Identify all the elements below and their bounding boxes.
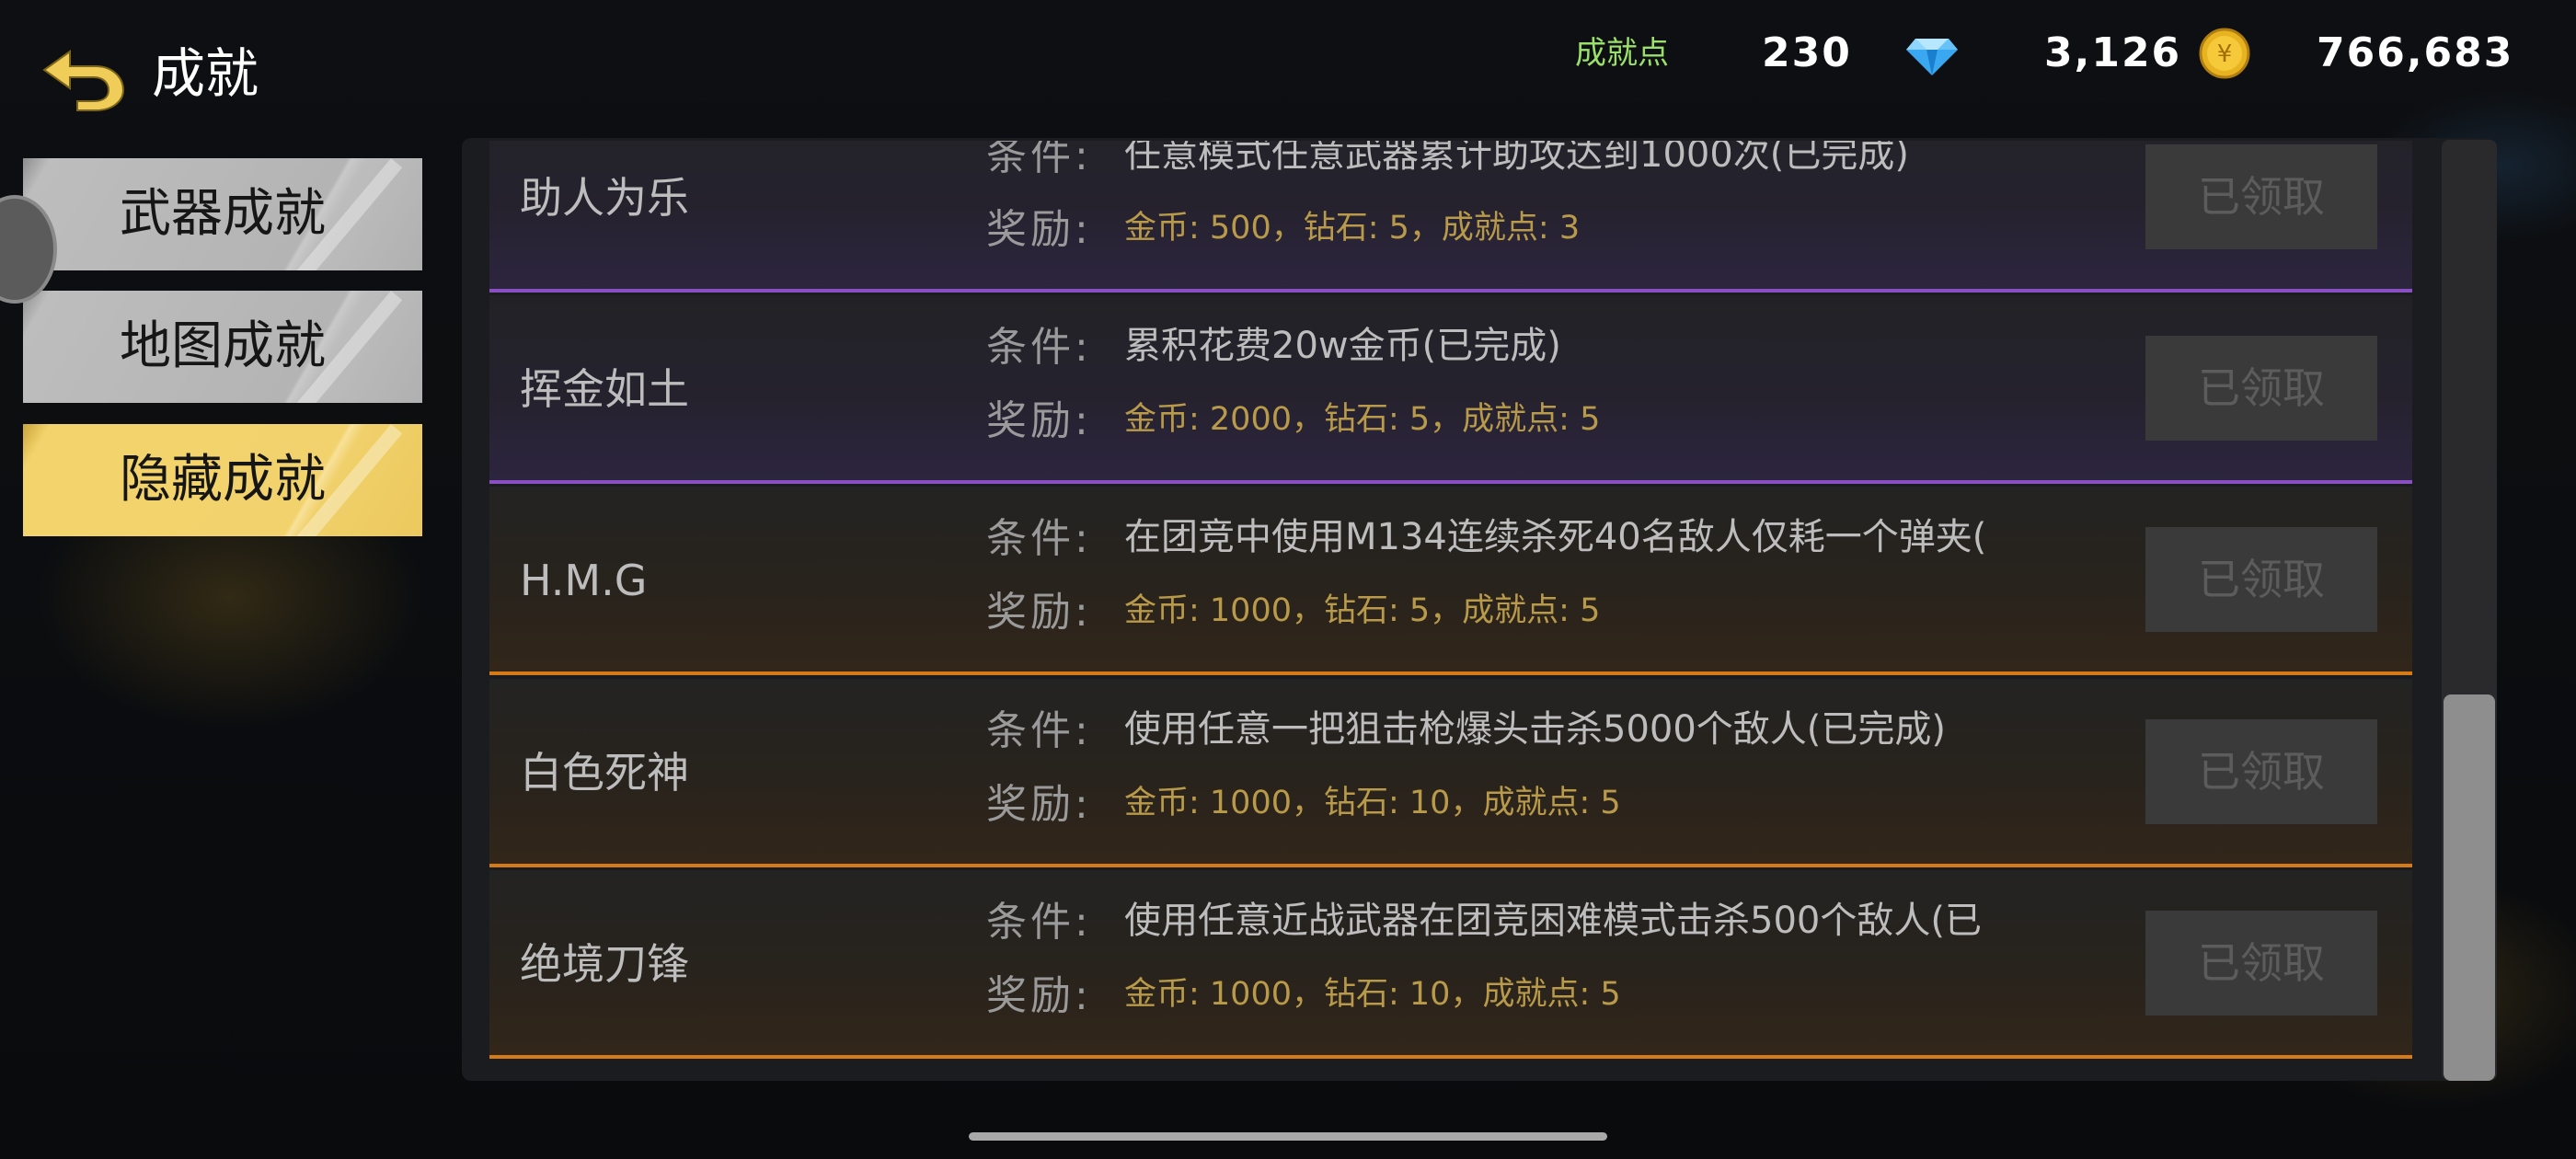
claimed-button[interactable]: 已领取 xyxy=(2145,719,2377,824)
achievement-name: 助人为乐 xyxy=(520,173,689,223)
claimed-button[interactable]: 已领取 xyxy=(2145,336,2377,441)
achievement-row: 助人为乐 条件: 任意模式任意武器累计助攻达到1000次(已完成) 奖励: 金币… xyxy=(489,141,2412,293)
tab-weapon-achievements[interactable]: 武器成就 xyxy=(23,158,422,270)
scrollbar-thumb[interactable] xyxy=(2444,694,2495,1081)
achievement-condition: 累积花费20w金币(已完成) xyxy=(1124,325,1561,367)
achievement-name: H.M.G xyxy=(520,556,648,605)
row-divider xyxy=(489,671,2412,675)
diamond-count: 3,126 xyxy=(2044,29,2182,76)
achievement-row: 挥金如土 条件: 累积花费20w金币(已完成) 奖励: 金币: 2000，钻石:… xyxy=(489,295,2412,484)
condition-label: 条件: xyxy=(986,141,1092,179)
reward-label: 奖励: xyxy=(986,397,1092,444)
reward-label: 奖励: xyxy=(986,972,1092,1019)
achievement-row: 白色死神 条件: 使用任意一把狙击枪爆头击杀5000个敌人(已完成) 奖励: 金… xyxy=(489,679,2412,867)
achievement-points-value: 230 xyxy=(1762,29,1852,76)
tab-hidden-achievements[interactable]: 隐藏成就 xyxy=(23,424,422,536)
achievement-points-label: 成就点 xyxy=(1575,35,1669,72)
row-divider xyxy=(489,289,2412,293)
svg-text:¥: ¥ xyxy=(2217,40,2233,68)
row-divider xyxy=(489,480,2412,484)
row-divider xyxy=(489,864,2412,867)
page-title: 成就 xyxy=(152,42,259,105)
coin-icon: ¥ xyxy=(2197,26,2252,81)
home-indicator[interactable] xyxy=(969,1132,1607,1141)
tab-map-achievements[interactable]: 地图成就 xyxy=(23,291,422,403)
tab-label: 武器成就 xyxy=(120,184,326,244)
achievement-row: 绝境刀锋 条件: 使用任意近战武器在团竞困难模式击杀500个敌人(已 奖励: 金… xyxy=(489,870,2412,1059)
claimed-button[interactable]: 已领取 xyxy=(2145,144,2377,249)
claimed-button[interactable]: 已领取 xyxy=(2145,911,2377,1016)
achievement-reward: 金币: 1000，钻石: 10，成就点: 5 xyxy=(1124,785,1621,821)
back-arrow-icon xyxy=(42,50,125,111)
tab-label: 地图成就 xyxy=(120,316,326,376)
reward-label: 奖励: xyxy=(986,589,1092,636)
claimed-button[interactable]: 已领取 xyxy=(2145,527,2377,632)
reward-label: 奖励: xyxy=(986,206,1092,253)
achievement-row: H.M.G 条件: 在团竞中使用M134连续杀死40名敌人仅耗一个弹夹( 奖励:… xyxy=(489,487,2412,675)
achievement-reward: 金币: 2000，钻石: 5，成就点: 5 xyxy=(1124,401,1601,438)
achievement-reward: 金币: 1000，钻石: 10，成就点: 5 xyxy=(1124,976,1621,1013)
achievement-name: 白色死神 xyxy=(520,748,689,798)
tab-label: 隐藏成就 xyxy=(120,450,326,510)
achievement-name: 挥金如土 xyxy=(520,364,689,414)
achievement-condition: 任意模式任意武器累计助攻达到1000次(已完成) xyxy=(1124,141,1910,176)
achievement-condition: 使用任意一把狙击枪爆头击杀5000个敌人(已完成) xyxy=(1124,708,1947,751)
row-divider xyxy=(489,1055,2412,1059)
condition-label: 条件: xyxy=(986,324,1092,371)
achievement-condition: 在团竞中使用M134连续杀死40名敌人仅耗一个弹夹( xyxy=(1124,516,1987,558)
coin-count: 766,683 xyxy=(2317,29,2514,76)
back-button[interactable] xyxy=(39,39,131,112)
achievement-name: 绝境刀锋 xyxy=(520,939,689,989)
condition-label: 条件: xyxy=(986,899,1092,946)
diamond-icon xyxy=(1904,26,1960,81)
achievement-list[interactable]: 助人为乐 条件: 任意模式任意武器累计助攻达到1000次(已完成) 奖励: 金币… xyxy=(489,141,2412,1076)
reward-label: 奖励: xyxy=(986,781,1092,828)
condition-label: 条件: xyxy=(986,515,1092,562)
condition-label: 条件: xyxy=(986,707,1092,754)
achievement-reward: 金币: 500，钻石: 5，成就点: 3 xyxy=(1124,210,1581,247)
achievement-condition: 使用任意近战武器在团竞困难模式击杀500个敌人(已 xyxy=(1124,900,1982,942)
achievement-reward: 金币: 1000，钻石: 5，成就点: 5 xyxy=(1124,592,1601,629)
